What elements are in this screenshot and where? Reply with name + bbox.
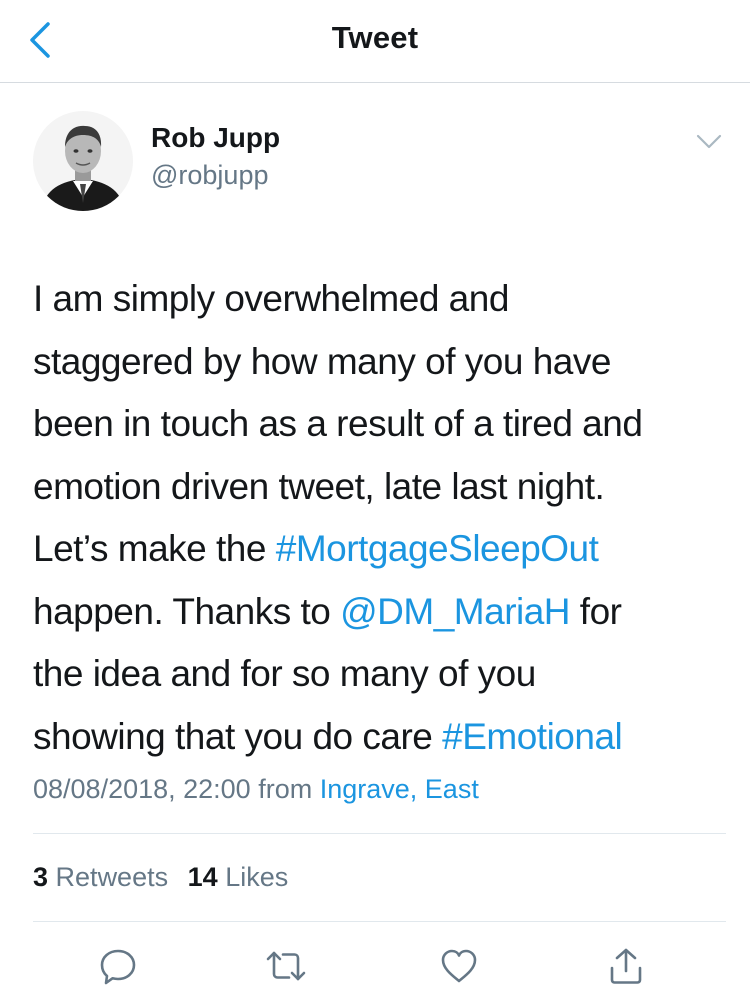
retweet-icon	[266, 951, 306, 981]
retweets-label: Retweets	[55, 862, 169, 892]
tweet-text-segment: staggered by how many of you have	[33, 340, 611, 382]
action-bar	[0, 940, 750, 1000]
tweet-text-segment: for	[570, 590, 622, 632]
tweet-line: showing that you do care #Emotional	[33, 706, 723, 769]
likes-count-link[interactable]: 14 Likes	[188, 862, 289, 892]
reply-button[interactable]	[96, 944, 140, 988]
tweet-text-segment: I am simply overwhelmed and	[33, 278, 509, 319]
tweet-meta: 08/08/2018, 22:00 from Ingrave, East	[33, 774, 479, 805]
avatar[interactable]	[33, 111, 133, 211]
tweet-line: staggered by how many of you have	[33, 331, 723, 394]
hashtag-link[interactable]: #MortgageSleepOut	[276, 528, 599, 569]
tweet-text-segment: happen. Thanks to	[33, 590, 341, 632]
tweet-line: happen. Thanks to @DM_MariaH for	[33, 581, 723, 644]
hashtag-link[interactable]: #Emotional	[442, 716, 623, 757]
page-title: Tweet	[331, 20, 419, 55]
author-name[interactable]: Rob Jupp	[151, 122, 280, 154]
divider	[33, 921, 726, 922]
tweet-line: I am simply overwhelmed and	[33, 268, 723, 331]
divider	[33, 833, 726, 834]
from-label: from	[258, 774, 313, 804]
heart-icon	[441, 949, 477, 983]
tweet-text: I am simply overwhelmed and staggered by …	[33, 268, 723, 768]
location-link[interactable]: Ingrave, East	[320, 774, 479, 804]
more-options-button[interactable]	[694, 130, 724, 154]
retweets-count-link[interactable]: 3 Retweets	[33, 862, 168, 892]
tweet-text-segment: been in touch as a result of a tired and	[33, 403, 643, 444]
retweet-button[interactable]	[264, 944, 308, 988]
author-handle: @robjupp	[151, 160, 269, 190]
navigation-bar: Tweet	[0, 0, 750, 83]
share-button[interactable]	[604, 944, 648, 988]
tweet-line: been in touch as a result of a tired and	[33, 393, 723, 456]
retweets-count: 3	[33, 862, 49, 892]
like-button[interactable]	[437, 944, 481, 988]
likes-label: Likes	[225, 862, 289, 892]
tweet-text-segment: the idea and for so many of you	[33, 653, 536, 694]
tweet-timestamp: 08/08/2018, 22:00	[33, 774, 251, 804]
reply-icon	[100, 949, 136, 985]
tweet-line: the idea and for so many of you	[33, 643, 723, 706]
tweet-text-segment: showing that you do care	[33, 715, 443, 757]
tweet-text-segment: emotion driven tweet, late last night.	[33, 465, 605, 507]
mention-link[interactable]: @DM_MariaH	[340, 591, 570, 632]
tweet-text-segment: Let’s make the	[33, 528, 276, 569]
tweet-line: Let’s make the #MortgageSleepOut	[33, 518, 723, 581]
chevron-down-icon	[696, 134, 722, 149]
likes-count: 14	[187, 862, 218, 892]
share-icon	[610, 948, 642, 984]
tweet-stats: 3 Retweets 14 Likes	[33, 862, 300, 893]
tweet-line: emotion driven tweet, late last night.	[33, 456, 723, 519]
profile-photo	[33, 111, 133, 211]
